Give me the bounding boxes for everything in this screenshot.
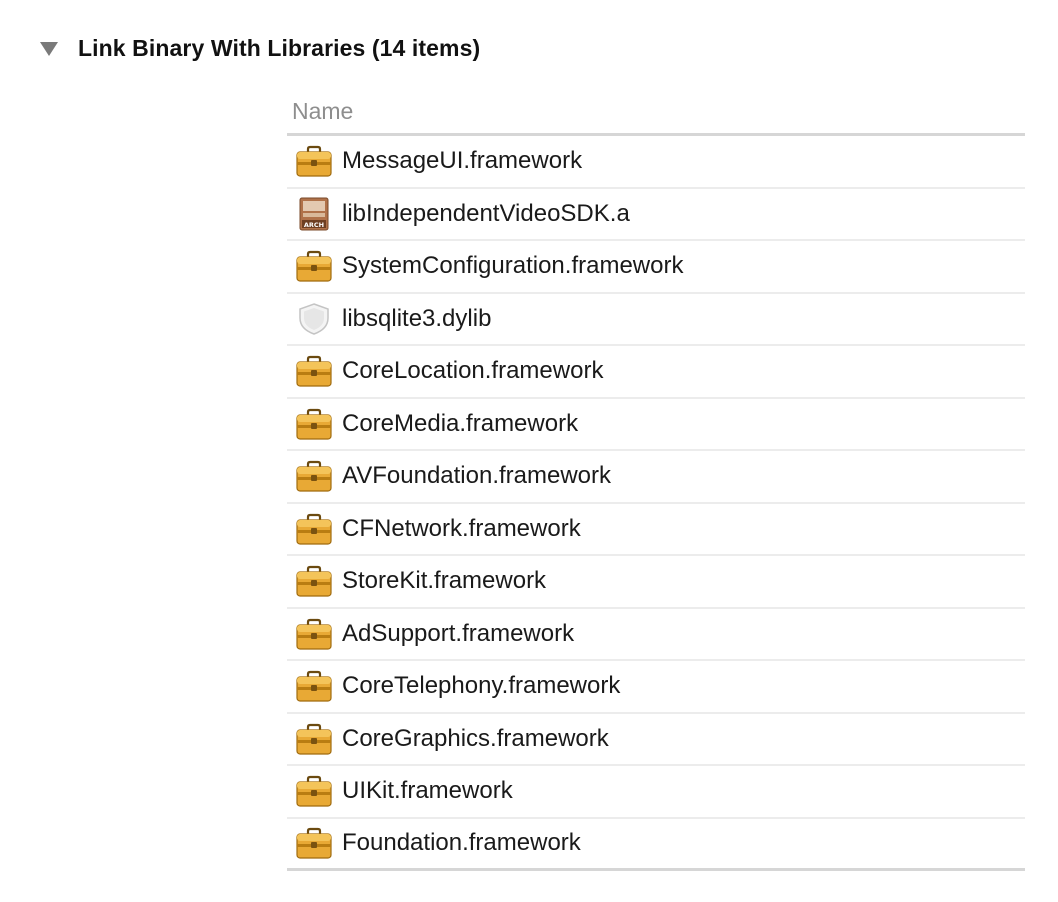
column-header-label: Name xyxy=(292,98,354,124)
framework-toolbox-icon xyxy=(296,407,332,441)
build-phase-title: Link Binary With Libraries (14 items) xyxy=(78,34,481,61)
table-row[interactable]: UIKit.framework xyxy=(287,766,1025,819)
arch-label: ARCH xyxy=(304,221,324,229)
framework-toolbox-icon xyxy=(296,459,332,493)
table-row[interactable]: MessageUI.framework xyxy=(287,136,1025,189)
library-name: Foundation.framework xyxy=(342,829,581,857)
library-name: CFNetwork.framework xyxy=(342,514,581,542)
table-row[interactable]: AVFoundation.framework xyxy=(287,451,1025,504)
library-name: StoreKit.framework xyxy=(342,567,547,595)
framework-toolbox-icon xyxy=(296,249,332,283)
library-name: UIKit.framework xyxy=(342,777,513,805)
library-name: AVFoundation.framework xyxy=(342,462,612,490)
table-row[interactable]: CoreGraphics.framework xyxy=(287,714,1025,766)
table-row[interactable]: ARCH libIndependentVideoSDK.a xyxy=(287,189,1025,241)
framework-toolbox-icon xyxy=(296,512,332,546)
framework-toolbox-icon xyxy=(296,564,332,598)
framework-toolbox-icon xyxy=(296,354,332,388)
disclosure-triangle-icon[interactable] xyxy=(40,42,58,56)
library-name: CoreTelephony.framework xyxy=(342,672,621,700)
libraries-list: MessageUI.framework ARCH libIndependentV… xyxy=(287,136,1025,871)
table-row[interactable]: CoreMedia.framework xyxy=(287,399,1025,451)
library-name: AdSupport.framework xyxy=(342,619,575,647)
library-name: CoreGraphics.framework xyxy=(342,724,609,752)
library-name: libsqlite3.dylib xyxy=(342,304,492,332)
table-row[interactable]: AdSupport.framework xyxy=(287,609,1025,661)
table-row[interactable]: libsqlite3.dylib xyxy=(287,294,1025,346)
framework-toolbox-icon xyxy=(296,774,332,808)
framework-toolbox-icon xyxy=(296,669,332,703)
framework-toolbox-icon xyxy=(296,826,332,860)
column-header-name[interactable]: Name xyxy=(287,90,1025,136)
library-name: MessageUI.framework xyxy=(342,147,583,175)
static-library-icon: ARCH xyxy=(296,197,332,231)
framework-toolbox-icon xyxy=(296,722,332,756)
libraries-table: Name MessageUI.framework ARCH libIndepen… xyxy=(287,90,1025,871)
table-row[interactable]: CoreTelephony.framework xyxy=(287,661,1025,714)
table-row[interactable]: SystemConfiguration.framework xyxy=(287,241,1025,294)
library-name: SystemConfiguration.framework xyxy=(342,252,684,280)
library-name: libIndependentVideoSDK.a xyxy=(342,199,630,227)
build-phase-header[interactable]: Link Binary With Libraries (14 items) xyxy=(40,30,480,66)
table-row[interactable]: CoreLocation.framework xyxy=(287,346,1025,399)
table-row[interactable]: StoreKit.framework xyxy=(287,556,1025,609)
dylib-shield-icon xyxy=(296,302,332,336)
table-row[interactable]: CFNetwork.framework xyxy=(287,504,1025,556)
table-row[interactable]: Foundation.framework xyxy=(287,819,1025,871)
library-name: CoreMedia.framework xyxy=(342,409,579,437)
library-name: CoreLocation.framework xyxy=(342,357,604,385)
framework-toolbox-icon xyxy=(296,144,332,178)
framework-toolbox-icon xyxy=(296,617,332,651)
